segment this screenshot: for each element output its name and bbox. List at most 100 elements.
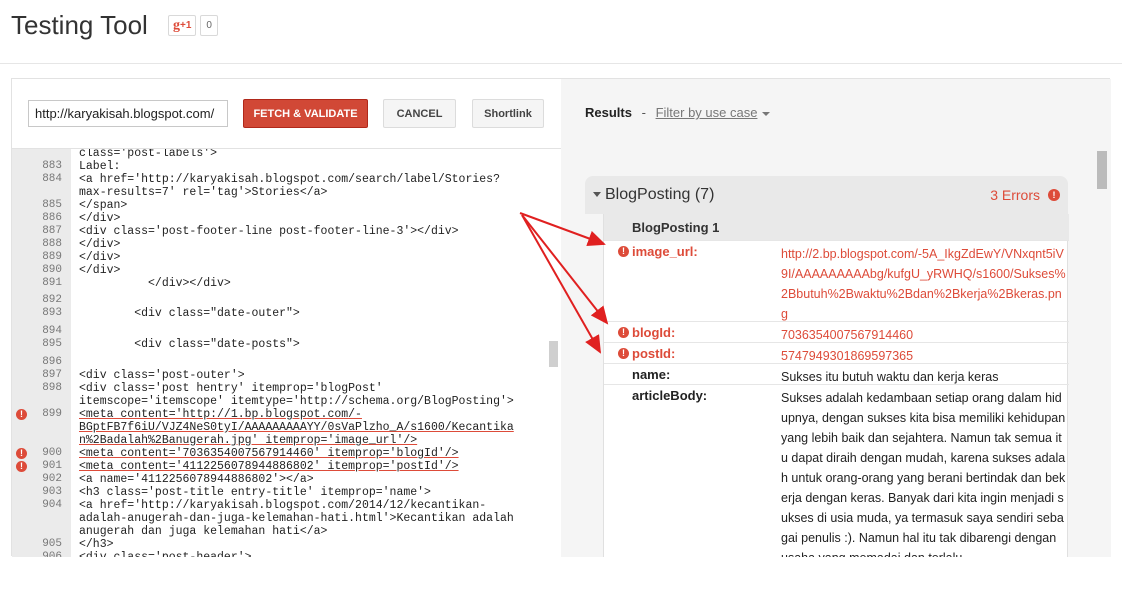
code-text: max-results=7' rel='tag'>Stories</a> (79, 186, 328, 199)
error-icon: ! (16, 448, 27, 459)
chevron-down-icon[interactable] (762, 111, 771, 116)
code-line: 906 <div class='post-header'> (12, 551, 552, 557)
item-subtitle: BlogPosting 1 (604, 214, 1069, 240)
property-row: articleBody: Sukses adalah kedambaan seti… (604, 384, 1069, 557)
app-title: Testing Tool (11, 10, 148, 40)
code-line: 900! <meta content='7036354007567914460' … (12, 447, 552, 460)
code-text: </div> (79, 264, 121, 277)
code-line: 902 <a name='4112256078944886802'></a> (12, 473, 552, 486)
line-number: 897 (42, 369, 62, 381)
errors-badge: 3 Errors ! (990, 187, 1060, 203)
code-line: 905 </h3> (12, 538, 552, 551)
fetch-validate-button[interactable]: FETCH & VALIDATE (243, 99, 368, 128)
code-text: </div></div> (79, 277, 231, 290)
code-line: 886 </div> (12, 212, 552, 225)
code-line: 885 </span> (12, 199, 552, 212)
code-text: <div class='post-outer'> (79, 369, 245, 382)
gplus-widget: g +1 0 (168, 15, 218, 36)
code-text: </div> (79, 251, 121, 264)
property-key: name: (632, 367, 671, 382)
filter-dropdown[interactable]: Filter by use case (656, 105, 758, 120)
results-header: Results - Filter by use case (585, 105, 771, 120)
code-text: anugerah dan juga kelemahan hati</a> (79, 525, 328, 538)
error-icon: ! (618, 327, 629, 338)
error-icon: ! (618, 246, 629, 257)
code-line: 889 </div> (12, 251, 552, 264)
error-icon: ! (1048, 189, 1060, 201)
code-line: adalah-anugerah-dan-juga-kelemahan-hati.… (12, 512, 552, 525)
collapse-triangle-icon[interactable] (593, 192, 601, 197)
code-text: <meta content='7036354007567914460' item… (79, 447, 459, 460)
property-key: image_url: (632, 244, 698, 259)
code-line: max-results=7' rel='tag'>Stories</a> (12, 186, 552, 199)
code-text: class='post-labels'> (79, 149, 218, 160)
line-number: 884 (42, 173, 62, 185)
code-text: Label: (79, 160, 121, 173)
error-icon: ! (618, 348, 629, 359)
line-number: 883 (42, 160, 62, 172)
line-number: 903 (42, 486, 62, 498)
code-text: <meta content='http://1.bp.blogspot.com/… (79, 408, 362, 421)
fetch-toolbar: FETCH & VALIDATE CANCEL Shortlink (12, 79, 561, 149)
code-line: 899! <meta content='http://1.bp.blogspot.… (12, 408, 552, 421)
gplus-count: 0 (200, 15, 218, 36)
line-number: 891 (42, 277, 62, 289)
property-key: articleBody: (632, 388, 708, 403)
code-text: <a href='http://karyakisah.blogspot.com/… (79, 173, 500, 186)
code-line: 895 <div class="date-posts"> (12, 338, 552, 351)
code-text: n%2Badalah%2Banugerah.jpg' itemprop='ima… (79, 434, 418, 447)
code-line: 888 </div> (12, 238, 552, 251)
gplus-g-icon: g (173, 17, 180, 33)
url-input[interactable] (28, 100, 228, 127)
property-row: name: Sukses itu butuh waktu dan kerja ke… (604, 363, 1069, 384)
line-number: 894 (42, 325, 62, 337)
code-text: <div class="date-outer"> (79, 307, 300, 320)
code-line: 898 <div class='post hentry' itemprop='bl… (12, 382, 552, 395)
code-line: 887 <div class='post-footer-line post-foo… (12, 225, 552, 238)
code-line: n%2Badalah%2Banugerah.jpg' itemprop='ima… (12, 434, 552, 447)
blogposting-card-header[interactable]: BlogPosting (7) 3 Errors ! (585, 176, 1068, 214)
code-text: <div class='post hentry' itemprop='blogP… (79, 382, 383, 395)
line-number: 899 (42, 408, 62, 420)
cancel-button[interactable]: CANCEL (383, 99, 456, 128)
results-label: Results (585, 105, 632, 120)
shortlink-button[interactable]: Shortlink (472, 99, 544, 128)
line-number: 900 (42, 447, 62, 459)
code-text: <div class='post-header'> (79, 551, 252, 557)
code-line: class='post-labels'> (12, 149, 552, 160)
code-text: <a href='http://karyakisah.blogspot.com/… (79, 499, 487, 512)
code-editor[interactable]: class='post-labels'> 883 Label: 884 <a href=… (12, 149, 561, 557)
blogposting-card-body: BlogPosting 1 ! image_url: http://2.bp.blo… (603, 214, 1069, 557)
line-number: 886 (42, 212, 62, 224)
line-number: 898 (42, 382, 62, 394)
line-number: 896 (42, 356, 62, 368)
code-line: 894 (12, 325, 552, 338)
error-icon: ! (16, 461, 27, 472)
results-scrollbar[interactable] (1097, 151, 1107, 189)
editor-scrollbar[interactable] (549, 341, 558, 367)
property-value: Sukses adalah kedambaan setiap orang dal… (781, 391, 1066, 557)
line-number: 893 (42, 307, 62, 319)
property-key: postId: (632, 346, 676, 361)
code-line: BGptFB7f6iU/VJZ4NeS0tyI/AAAAAAAAAYY/0sVa… (12, 421, 552, 434)
gplus-button[interactable]: g +1 (168, 15, 197, 36)
code-text: </h3> (79, 538, 114, 551)
code-line: 891 </div></div> (12, 277, 552, 290)
line-number: 905 (42, 538, 62, 550)
results-separator: - (641, 105, 646, 120)
code-text: <meta content='4112256078944886802' item… (79, 460, 459, 473)
property-key: blogId: (632, 325, 676, 340)
code-line: 901! <meta content='4112256078944886802' … (12, 460, 552, 473)
code-text: BGptFB7f6iU/VJZ4NeS0tyI/AAAAAAAAAYY/0sVa… (79, 421, 514, 434)
code-line: 883 Label: (12, 160, 552, 173)
code-line: itemscope='itemscope' itemtype='http://s… (12, 395, 552, 408)
line-number: 889 (42, 251, 62, 263)
property-row: ! postId: 5747949301869597365 (604, 342, 1069, 363)
line-number: 895 (42, 338, 62, 350)
code-text: <h3 class='post-title entry-title' itemp… (79, 486, 431, 499)
line-number: 906 (42, 551, 62, 557)
code-text: </div> (79, 238, 121, 251)
code-line: 896 (12, 356, 552, 369)
app-header: Testing Tool g +1 0 (0, 0, 1122, 64)
code-line: 890 </div> (12, 264, 552, 277)
